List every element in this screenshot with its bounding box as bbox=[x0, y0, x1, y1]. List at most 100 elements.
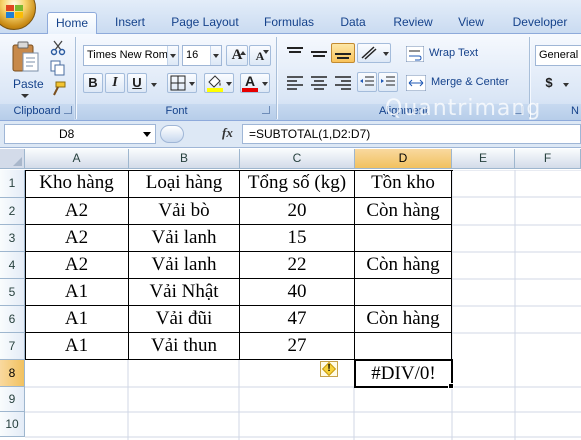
font-name-dropdown[interactable] bbox=[167, 46, 178, 65]
row-header-10[interactable]: 10 bbox=[0, 412, 25, 437]
orientation-button[interactable] bbox=[357, 43, 391, 63]
cell-b4[interactable]: Vải lanh bbox=[129, 252, 240, 279]
font-dialog-launcher[interactable] bbox=[262, 106, 270, 114]
decrease-indent-button[interactable] bbox=[357, 72, 377, 92]
copy-button[interactable] bbox=[48, 58, 66, 76]
cell-b1[interactable]: Loại hàng bbox=[129, 170, 240, 198]
tab-review[interactable]: Review bbox=[386, 12, 440, 34]
cell-b3[interactable]: Vải lanh bbox=[129, 225, 240, 252]
formula-bar-handle[interactable] bbox=[160, 125, 184, 143]
fill-color-button[interactable] bbox=[204, 73, 234, 93]
cut-button[interactable] bbox=[48, 38, 66, 56]
row-header-4[interactable]: 4 bbox=[0, 252, 25, 279]
cell-a4[interactable]: A2 bbox=[25, 252, 129, 279]
formula-input[interactable]: =SUBTOTAL(1,D2:D7) bbox=[242, 124, 581, 144]
cell-a3[interactable]: A2 bbox=[25, 225, 129, 252]
tab-home[interactable]: Home bbox=[47, 12, 97, 35]
insert-function-icon[interactable]: fx bbox=[222, 125, 233, 141]
cell-d2[interactable]: Còn hàng bbox=[355, 198, 452, 225]
underline-button[interactable]: U bbox=[127, 73, 147, 93]
text-orientation-icon bbox=[361, 46, 377, 60]
align-right-button[interactable] bbox=[331, 72, 355, 92]
cell-c1[interactable]: Tổng số (kg) bbox=[240, 170, 355, 198]
cell-b6[interactable]: Vải đũi bbox=[129, 306, 240, 333]
tab-developer[interactable]: Developer bbox=[504, 12, 576, 34]
cell-c2[interactable]: 20 bbox=[240, 198, 355, 225]
column-header-a[interactable]: A bbox=[25, 149, 129, 169]
column-header-b[interactable]: B bbox=[129, 149, 240, 169]
cell-c4[interactable]: 22 bbox=[240, 252, 355, 279]
cell-a2[interactable]: A2 bbox=[25, 198, 129, 225]
cell-d5[interactable] bbox=[355, 279, 452, 306]
cell-d7[interactable] bbox=[355, 333, 452, 360]
cell-b5[interactable]: Vải Nhật bbox=[129, 279, 240, 306]
column-header-c[interactable]: C bbox=[240, 149, 355, 169]
row-header-8[interactable]: 8 bbox=[0, 360, 25, 387]
cell-a6[interactable]: A1 bbox=[25, 306, 129, 333]
align-center-button[interactable] bbox=[307, 72, 331, 92]
row-header-2[interactable]: 2 bbox=[0, 198, 25, 225]
cell-c5[interactable]: 40 bbox=[240, 279, 355, 306]
align-top-button[interactable] bbox=[283, 43, 307, 63]
font-color-button[interactable]: A bbox=[240, 73, 270, 93]
tab-view[interactable]: View bbox=[450, 12, 492, 34]
font-size-combo[interactable]: 16 bbox=[182, 45, 222, 66]
row-header-3[interactable]: 3 bbox=[0, 225, 25, 252]
increase-indent-button[interactable] bbox=[378, 72, 398, 92]
shrink-font-button[interactable]: A bbox=[249, 45, 271, 66]
align-bottom-button[interactable] bbox=[331, 43, 355, 63]
row-header-9[interactable]: 9 bbox=[0, 387, 25, 412]
chevron-down-icon[interactable] bbox=[143, 132, 151, 141]
cell-c7[interactable]: 27 bbox=[240, 333, 355, 360]
select-all-button[interactable] bbox=[0, 149, 25, 169]
clipboard-dialog-launcher[interactable] bbox=[64, 106, 72, 114]
cell-a5[interactable]: A1 bbox=[25, 279, 129, 306]
cell-d8[interactable]: #DIV/0! bbox=[354, 359, 453, 388]
underline-dropdown[interactable] bbox=[148, 73, 158, 93]
merge-center-button[interactable]: Merge & Center bbox=[403, 72, 513, 92]
align-middle-icon bbox=[311, 51, 327, 57]
cell-d4[interactable]: Còn hàng bbox=[355, 252, 452, 279]
align-middle-button[interactable] bbox=[307, 43, 331, 63]
borders-button[interactable] bbox=[167, 73, 197, 93]
font-name-combo[interactable]: Times New Rom bbox=[83, 45, 179, 66]
bold-button[interactable]: B bbox=[83, 73, 103, 93]
paste-button[interactable]: Paste bbox=[4, 37, 46, 99]
cell-a7[interactable]: A1 bbox=[25, 333, 129, 360]
row-header-7[interactable]: 7 bbox=[0, 333, 25, 360]
column-header-e[interactable]: E bbox=[452, 149, 515, 169]
cell-d1[interactable]: Tồn kho bbox=[355, 170, 452, 198]
cell-d6[interactable]: Còn hàng bbox=[355, 306, 452, 333]
tab-data[interactable]: Data bbox=[332, 12, 374, 34]
fill-color-icon bbox=[207, 75, 223, 92]
row-header-1[interactable]: 1 bbox=[0, 170, 25, 198]
wrap-text-button[interactable]: Wrap Text bbox=[403, 43, 487, 63]
tab-formulas[interactable]: Formulas bbox=[257, 12, 321, 34]
column-header-f[interactable]: F bbox=[515, 149, 581, 169]
name-box[interactable]: D8 bbox=[4, 124, 156, 144]
error-indicator-button[interactable]: ! bbox=[320, 361, 338, 377]
cell-c3[interactable]: 15 bbox=[240, 225, 355, 252]
column-header-d[interactable]: D bbox=[355, 149, 452, 169]
tab-page-layout[interactable]: Page Layout bbox=[163, 12, 247, 34]
office-button[interactable] bbox=[0, 0, 36, 30]
number-format-value: General bbox=[539, 49, 579, 61]
grow-font-button[interactable]: A bbox=[226, 45, 248, 66]
fill-handle[interactable] bbox=[448, 383, 454, 389]
format-painter-button[interactable] bbox=[48, 79, 66, 97]
row-header-5[interactable]: 5 bbox=[0, 279, 25, 306]
align-left-button[interactable] bbox=[283, 72, 307, 92]
cell-d3[interactable] bbox=[355, 225, 452, 252]
paste-dropdown-icon bbox=[21, 94, 29, 102]
number-format-combo[interactable]: General bbox=[535, 45, 581, 66]
currency-dropdown[interactable] bbox=[560, 73, 570, 93]
cell-c6[interactable]: 47 bbox=[240, 306, 355, 333]
row-header-6[interactable]: 6 bbox=[0, 306, 25, 333]
cell-b7[interactable]: Vải thun bbox=[129, 333, 240, 360]
cell-b2[interactable]: Vải bò bbox=[129, 198, 240, 225]
currency-button[interactable]: $ bbox=[538, 73, 560, 93]
cell-a1[interactable]: Kho hàng bbox=[25, 170, 129, 198]
font-size-dropdown[interactable] bbox=[210, 46, 221, 65]
italic-button[interactable]: I bbox=[105, 73, 125, 93]
tab-insert[interactable]: Insert bbox=[106, 12, 154, 34]
